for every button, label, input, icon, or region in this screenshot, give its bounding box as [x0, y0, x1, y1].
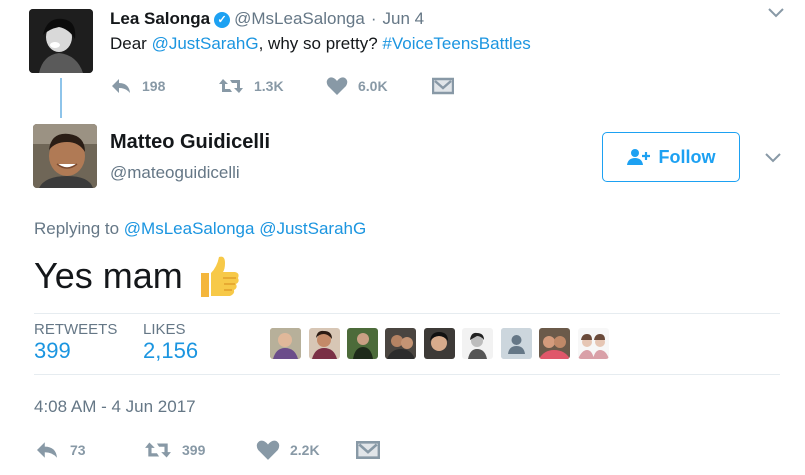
main-author-handle[interactable]: @mateoguidicelli: [110, 163, 240, 183]
parent-text-prefix: Dear: [110, 34, 152, 53]
follow-button[interactable]: Follow: [602, 132, 740, 182]
parent-author-handle[interactable]: @MsLeaSalonga: [234, 9, 365, 28]
stats-top-divider: [34, 313, 780, 314]
avatar-photo: [462, 328, 493, 359]
message-button[interactable]: [356, 440, 390, 460]
retweet-button[interactable]: 399: [144, 440, 256, 460]
likes-stat-value: 2,156: [143, 338, 199, 363]
chevron-down-icon: [768, 8, 784, 18]
thread-connector-line: [60, 78, 62, 118]
reply-mention-2[interactable]: @JustSarahG: [259, 219, 366, 238]
retweets-stat-value: 399: [34, 338, 71, 363]
avatar-photo: [33, 124, 97, 188]
replying-label: Replying to: [34, 219, 124, 238]
message-icon: [432, 77, 454, 95]
parent-tweet-menu[interactable]: [767, 6, 785, 24]
avatar-photo: [578, 328, 609, 359]
liker-avatar[interactable]: [539, 328, 570, 359]
avatar-photo: [424, 328, 455, 359]
retweets-stat[interactable]: RETWEETS 399: [34, 321, 117, 364]
parent-retweet-count: 1.3K: [254, 78, 284, 94]
tweet-timestamp[interactable]: 4:08 AM - 4 Jun 2017: [34, 397, 196, 417]
retweet-icon: [145, 442, 171, 458]
liker-avatar[interactable]: [270, 328, 301, 359]
parent-tweet-actions: 198 1.3K 6.0K: [110, 76, 464, 96]
avatar-photo: [539, 328, 570, 359]
liker-avatar[interactable]: [347, 328, 378, 359]
liker-avatar-default[interactable]: [501, 328, 532, 359]
avatar-photo: [347, 328, 378, 359]
follow-person-icon: [626, 149, 650, 165]
reply-mention-1[interactable]: @MsLeaSalonga: [124, 219, 255, 238]
likes-stat-label: LIKES: [143, 321, 186, 338]
follow-label: Follow: [658, 146, 716, 167]
like-button[interactable]: 2.2K: [256, 439, 356, 461]
verified-badge-icon: ✓: [214, 12, 231, 28]
parent-retweet-button[interactable]: 1.3K: [218, 77, 326, 95]
liker-avatar[interactable]: [578, 328, 609, 359]
message-icon: [356, 441, 380, 459]
parent-tweet-text: Dear @JustSarahG, why so pretty? #VoiceT…: [110, 34, 531, 54]
parent-message-button[interactable]: [432, 77, 464, 95]
stats-bottom-divider: [34, 374, 780, 375]
like-count: 2.2K: [290, 442, 320, 458]
parent-author-name[interactable]: Lea Salonga: [110, 9, 210, 28]
liker-avatar[interactable]: [462, 328, 493, 359]
liker-avatar[interactable]: [309, 328, 340, 359]
liker-avatar[interactable]: [385, 328, 416, 359]
avatar-photo: [309, 328, 340, 359]
retweet-count: 399: [182, 442, 206, 458]
liker-avatar[interactable]: [424, 328, 455, 359]
parent-reply-button[interactable]: 198: [110, 77, 218, 95]
header-separator: ·: [370, 9, 377, 28]
parent-like-button[interactable]: 6.0K: [326, 76, 432, 96]
parent-reply-count: 198: [142, 78, 166, 94]
main-author-name[interactable]: Matteo Guidicelli: [110, 131, 270, 154]
thumbs-up-emoji-icon: [200, 256, 239, 297]
heart-icon: [256, 440, 280, 460]
hashtag-link[interactable]: #VoiceTeensBattles: [382, 34, 530, 53]
default-avatar-icon: [501, 328, 532, 359]
parent-author-avatar[interactable]: [29, 9, 93, 73]
tweet-body-text: Yes mam: [34, 255, 183, 296]
parent-like-count: 6.0K: [358, 78, 388, 94]
heart-icon: [326, 77, 348, 95]
avatar-photo: [270, 328, 301, 359]
chevron-down-icon: [765, 153, 781, 163]
avatar-photo: [29, 9, 93, 73]
parent-tweet-header: Lea Salonga ✓ @MsLeaSalonga · Jun 4: [110, 9, 424, 29]
likes-stat[interactable]: LIKES 2,156: [143, 321, 198, 364]
reply-count: 73: [70, 442, 86, 458]
mention-link[interactable]: @JustSarahG: [152, 34, 259, 53]
main-author-avatar[interactable]: [33, 124, 97, 188]
main-tweet-text: Yes mam: [34, 253, 241, 299]
reply-button[interactable]: 73: [34, 440, 144, 460]
reply-icon: [112, 79, 130, 93]
retweet-icon: [219, 79, 243, 93]
replying-to-line: Replying to @MsLeaSalonga @JustSarahG: [34, 219, 366, 239]
parent-tweet-date[interactable]: Jun 4: [382, 9, 424, 28]
reply-icon: [37, 442, 57, 458]
main-tweet-menu[interactable]: [764, 151, 782, 169]
retweets-stat-label: RETWEETS: [34, 321, 118, 338]
avatar-photo: [385, 328, 416, 359]
main-tweet-actions: 73 399 2.2K: [34, 439, 390, 461]
parent-text-middle: , why so pretty?: [258, 34, 383, 53]
